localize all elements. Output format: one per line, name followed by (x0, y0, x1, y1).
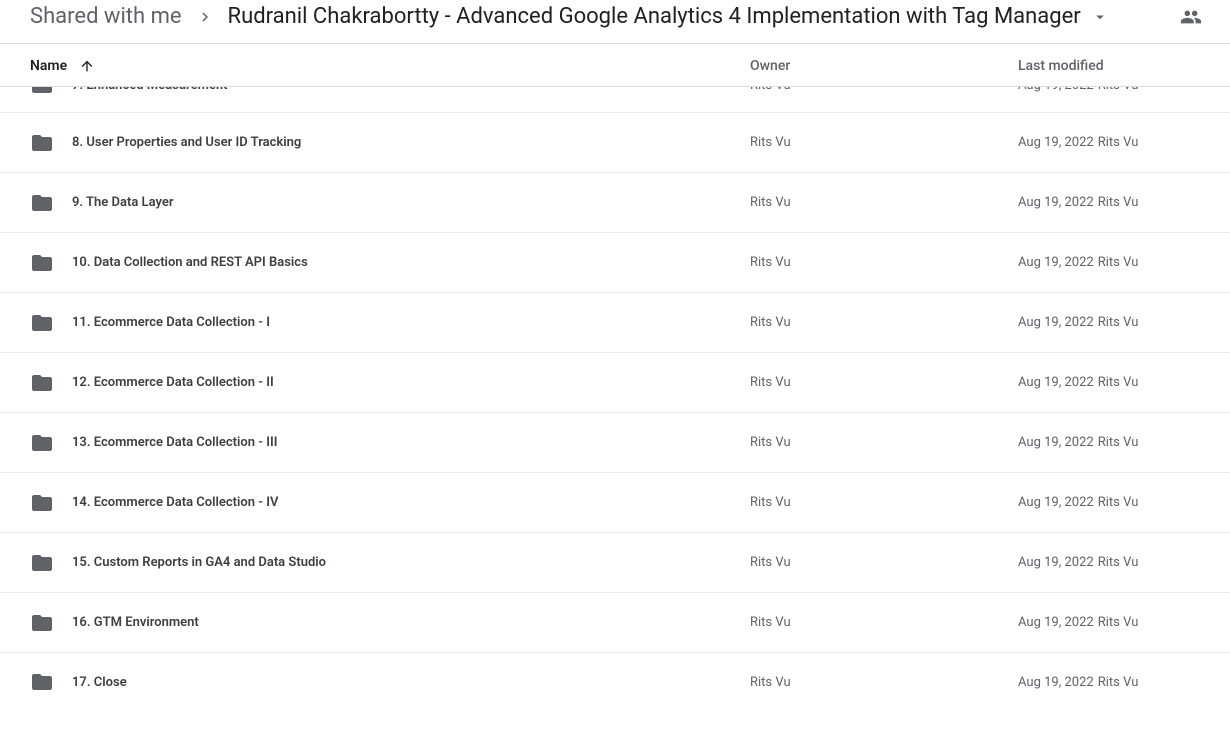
column-header-modified[interactable]: Last modified (1018, 58, 1200, 74)
table-row[interactable]: 11. Ecommerce Data Collection - I Rits V… (0, 293, 1230, 353)
item-name: 12. Ecommerce Data Collection - II (72, 375, 274, 390)
item-owner: Rits Vu (750, 87, 1018, 93)
item-modified: Aug 19, 2022Rits Vu (1018, 675, 1200, 690)
breadcrumb-root[interactable]: Shared with me (30, 4, 182, 29)
item-modified: Aug 19, 2022Rits Vu (1018, 255, 1200, 270)
shared-folder-icon (30, 431, 54, 455)
sort-arrow-up-icon (79, 58, 95, 74)
item-modified: Aug 19, 2022Rits Vu (1018, 87, 1200, 93)
item-name: 16. GTM Environment (72, 615, 199, 630)
item-owner: Rits Vu (750, 135, 1018, 150)
breadcrumb: Shared with me Rudranil Chakrabortty - A… (0, 0, 1230, 44)
chevron-down-icon (1091, 8, 1109, 26)
item-modified: Aug 19, 2022Rits Vu (1018, 315, 1200, 330)
item-owner: Rits Vu (750, 495, 1018, 510)
item-modified: Aug 19, 2022Rits Vu (1018, 375, 1200, 390)
table-row[interactable]: 7. Enhanced Measurement Rits Vu Aug 19, … (0, 87, 1230, 113)
table-row[interactable]: 14. Ecommerce Data Collection - IV Rits … (0, 473, 1230, 533)
column-header-name[interactable]: Name (30, 58, 750, 74)
item-name: 9. The Data Layer (72, 195, 174, 210)
item-name: 17. Close (72, 675, 127, 690)
file-list: 7. Enhanced Measurement Rits Vu Aug 19, … (0, 87, 1230, 712)
item-modified: Aug 19, 2022Rits Vu (1018, 615, 1200, 630)
shared-folder-icon (30, 371, 54, 395)
item-name: 15. Custom Reports in GA4 and Data Studi… (72, 555, 326, 570)
shared-folder-icon (30, 251, 54, 275)
item-modified: Aug 19, 2022Rits Vu (1018, 495, 1200, 510)
table-row[interactable]: 15. Custom Reports in GA4 and Data Studi… (0, 533, 1230, 593)
table-row[interactable]: 9. The Data Layer Rits Vu Aug 19, 2022Ri… (0, 173, 1230, 233)
shared-folder-icon (30, 670, 54, 694)
table-row[interactable]: 13. Ecommerce Data Collection - III Rits… (0, 413, 1230, 473)
item-modified: Aug 19, 2022Rits Vu (1018, 435, 1200, 450)
item-name: 7. Enhanced Measurement (72, 87, 228, 93)
item-name: 10. Data Collection and REST API Basics (72, 255, 308, 270)
column-header-name-label: Name (30, 58, 67, 74)
item-owner: Rits Vu (750, 255, 1018, 270)
item-name: 13. Ecommerce Data Collection - III (72, 435, 278, 450)
shared-folder-icon (30, 131, 54, 155)
item-name: 8. User Properties and User ID Tracking (72, 135, 301, 150)
chevron-right-icon (196, 8, 214, 26)
shared-folder-icon (30, 87, 54, 97)
column-header-owner[interactable]: Owner (750, 58, 1018, 74)
item-modified: Aug 19, 2022Rits Vu (1018, 555, 1200, 570)
item-owner: Rits Vu (750, 195, 1018, 210)
table-row[interactable]: 8. User Properties and User ID Tracking … (0, 113, 1230, 173)
breadcrumb-current-label: Rudranil Chakrabortty - Advanced Google … (228, 4, 1081, 29)
item-owner: Rits Vu (750, 555, 1018, 570)
item-owner: Rits Vu (750, 315, 1018, 330)
item-owner: Rits Vu (750, 675, 1018, 690)
breadcrumb-current[interactable]: Rudranil Chakrabortty - Advanced Google … (228, 4, 1109, 29)
shared-folder-icon (30, 191, 54, 215)
item-owner: Rits Vu (750, 375, 1018, 390)
table-row[interactable]: 12. Ecommerce Data Collection - II Rits … (0, 353, 1230, 413)
item-modified: Aug 19, 2022Rits Vu (1018, 135, 1200, 150)
shared-folder-icon (30, 491, 54, 515)
item-name: 14. Ecommerce Data Collection - IV (72, 495, 278, 510)
item-owner: Rits Vu (750, 615, 1018, 630)
item-modified: Aug 19, 2022Rits Vu (1018, 195, 1200, 210)
manage-members-icon[interactable] (1180, 6, 1200, 28)
table-row[interactable]: 10. Data Collection and REST API Basics … (0, 233, 1230, 293)
shared-folder-icon (30, 551, 54, 575)
shared-folder-icon (30, 611, 54, 635)
column-headers: Name Owner Last modified (0, 44, 1230, 87)
item-owner: Rits Vu (750, 435, 1018, 450)
shared-folder-icon (30, 311, 54, 335)
table-row[interactable]: 16. GTM Environment Rits Vu Aug 19, 2022… (0, 593, 1230, 653)
table-row[interactable]: 17. Close Rits Vu Aug 19, 2022Rits Vu (0, 653, 1230, 711)
item-name: 11. Ecommerce Data Collection - I (72, 315, 270, 330)
